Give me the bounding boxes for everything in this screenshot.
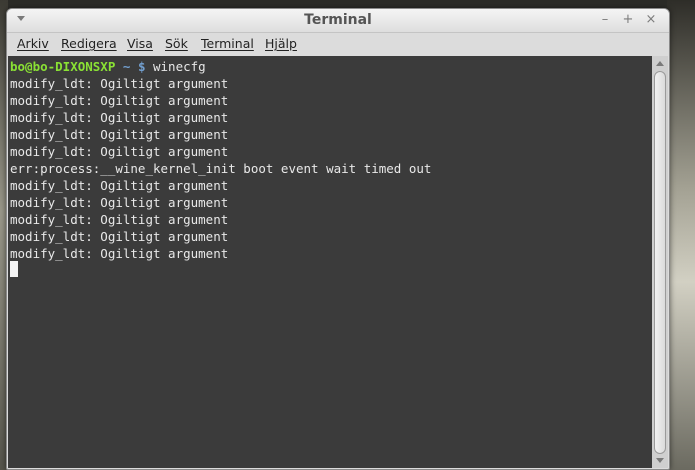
scrollbar-thumb[interactable] xyxy=(654,71,666,454)
output-line: modify_ldt: Ogiltigt argument xyxy=(10,195,229,210)
text-cursor xyxy=(10,261,18,277)
output-line: modify_ldt: Ogiltigt argument xyxy=(10,76,229,91)
output-line: modify_ldt: Ogiltigt argument xyxy=(10,93,229,108)
title-bar[interactable]: Terminal – + × xyxy=(7,9,669,33)
menu-arkiv[interactable]: Arkiv xyxy=(17,36,49,51)
menu-sok[interactable]: Sök xyxy=(165,36,188,51)
menu-hjalp[interactable]: Hjälp xyxy=(265,36,297,51)
maximize-button[interactable]: + xyxy=(620,12,636,28)
arrow-up-icon[interactable] xyxy=(656,61,664,66)
output-line: modify_ldt: Ogiltigt argument xyxy=(10,212,229,227)
arrow-down-icon[interactable] xyxy=(656,458,664,463)
desktop-wallpaper-right xyxy=(667,0,695,470)
minimize-button[interactable]: – xyxy=(597,12,613,28)
prompt-user-host: bo@bo-DIXONSXP xyxy=(10,59,116,74)
output-line: modify_ldt: Ogiltigt argument xyxy=(10,178,229,193)
output-line: modify_ldt: Ogiltigt argument xyxy=(10,110,229,125)
vertical-scrollbar[interactable] xyxy=(652,56,668,468)
output-line: modify_ldt: Ogiltigt argument xyxy=(10,144,229,159)
terminal-output[interactable]: bo@bo-DIXONSXP ~ $ winecfg modify_ldt: O… xyxy=(8,56,652,468)
output-line: modify_ldt: Ogiltigt argument xyxy=(10,127,229,142)
prompt-line: bo@bo-DIXONSXP ~ $ winecfg xyxy=(10,58,206,75)
terminal-window: Terminal – + × Arkiv Redigera Visa Sök T… xyxy=(6,8,670,470)
menu-bar: Arkiv Redigera Visa Sök Terminal Hjälp xyxy=(7,33,669,55)
close-button[interactable]: × xyxy=(643,12,659,28)
prompt-command: winecfg xyxy=(145,59,206,74)
menu-redigera[interactable]: Redigera xyxy=(61,36,117,51)
menu-visa[interactable]: Visa xyxy=(127,36,153,51)
window-title: Terminal xyxy=(304,12,372,28)
output-line: modify_ldt: Ogiltigt argument xyxy=(10,246,229,261)
prompt-path: ~ $ xyxy=(122,59,146,74)
menu-terminal[interactable]: Terminal xyxy=(201,36,254,51)
output-line: modify_ldt: Ogiltigt argument xyxy=(10,229,229,244)
output-line: err:process:__wine_kernel_init boot even… xyxy=(10,161,432,176)
